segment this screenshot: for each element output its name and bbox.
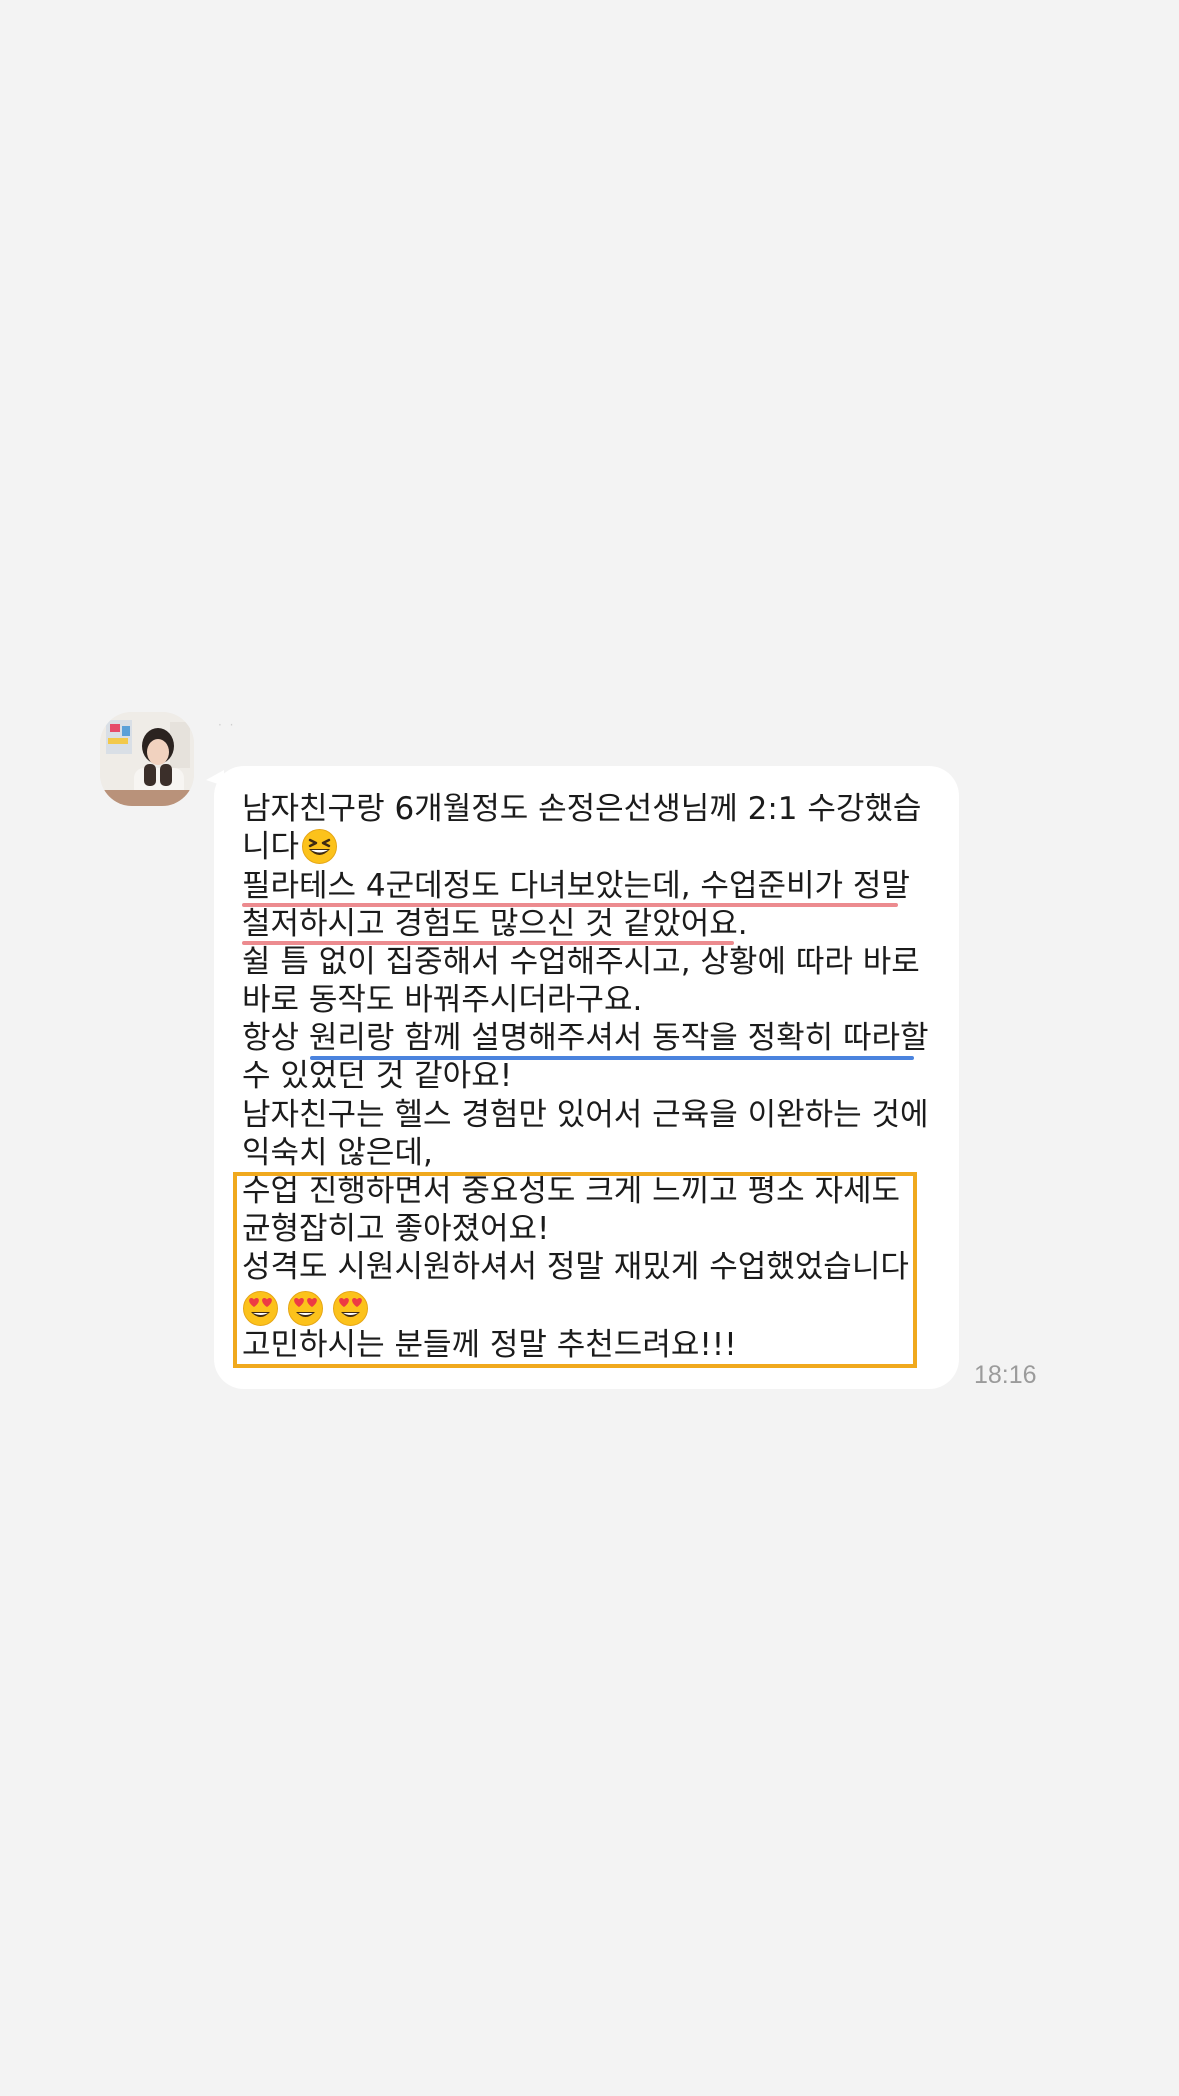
message-line: 수 있었던 것 같아요!	[242, 1058, 513, 1094]
message-line: 남자친구는 헬스 경험만 있어서 근육을 이완하는 것에	[242, 1097, 929, 1133]
message-line: 쉴 틈 없이 집중해서 수업해주시고, 상황에 따라 바로	[242, 944, 920, 980]
sender-name: · ·	[218, 718, 236, 732]
message-line: 남자친구랑 6개월정도 손정은선생님께 2:1 수강했습	[242, 791, 922, 827]
red-underline-mark	[242, 903, 898, 907]
blue-underline-mark	[310, 1056, 914, 1060]
message-line: 필라테스 4군데정도 다녀보았는데, 수업준비가 정말	[242, 868, 910, 904]
message-line: 철저하시고 경험도 많으신 것 같았어요.	[242, 906, 748, 942]
sender-avatar[interactable]	[100, 712, 194, 806]
highlight-box	[233, 1172, 917, 1368]
message-line: 바로 동작도 바꿔주시더라구요.	[242, 982, 643, 1018]
message-timestamp: 18:16	[974, 1361, 1037, 1389]
red-underline-mark	[242, 941, 734, 945]
message-line: 항상 원리랑 함께 설명해주셔서 동작을 정확히 따라할	[242, 1020, 929, 1056]
message-line: 니다	[242, 827, 346, 867]
grinning-squinting-face-icon	[301, 828, 338, 865]
message-line: 익숙치 않은데,	[242, 1135, 433, 1171]
message-line-text: 니다	[242, 829, 300, 865]
